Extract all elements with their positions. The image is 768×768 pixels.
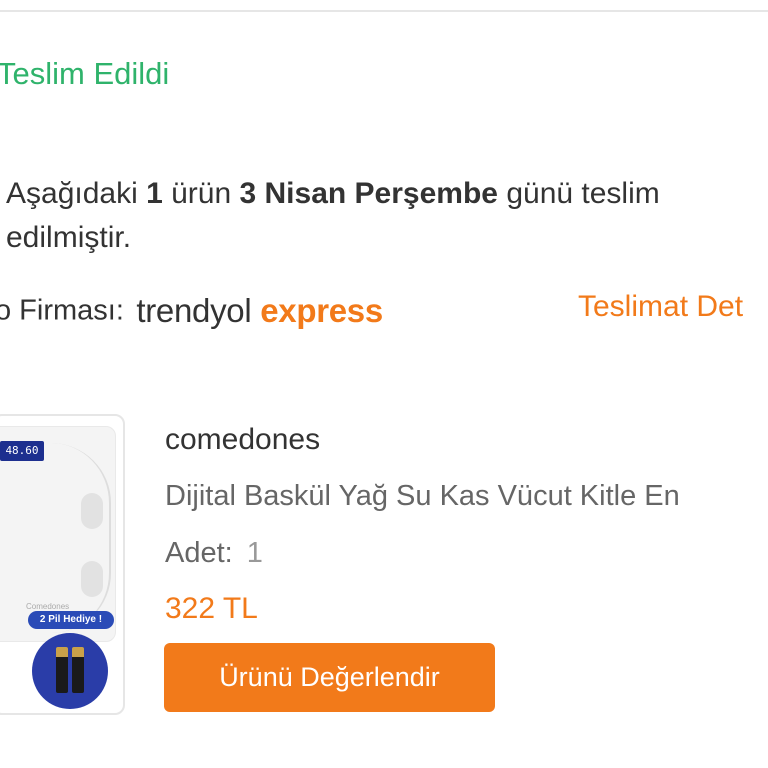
scale-brand-text: Comedones	[26, 602, 70, 611]
quantity-label: Adet:	[165, 537, 233, 569]
scale-display: 48.60	[0, 441, 44, 461]
message-prefix: Aşağıdaki	[6, 177, 147, 210]
delivery-message: Aşağıdaki 1 ürün 3 Nisan Perşembe günü t…	[6, 172, 766, 260]
battery-cell	[72, 647, 84, 693]
quantity: Adet: 1	[165, 537, 263, 570]
scale-illustration: 48.60 Comedones	[0, 426, 116, 642]
header-divider	[0, 0, 768, 12]
exclamation-icon: !	[98, 614, 103, 625]
item-count: 1	[146, 177, 163, 210]
battery-icon	[32, 633, 108, 709]
seller-name[interactable]: comedones	[165, 423, 320, 457]
message-middle: ürün	[162, 177, 240, 210]
carrier-logo-part2: express	[260, 292, 383, 329]
review-product-button[interactable]: Ürünü Değerlendir	[164, 643, 495, 712]
delivery-details-link[interactable]: Teslimat Det	[578, 290, 743, 324]
gift-badge: 2 Pil Hediye !	[28, 611, 114, 629]
order-status: Teslim Edildi	[0, 56, 170, 91]
battery-cell	[56, 647, 68, 693]
product-name[interactable]: Dijital Baskül Yağ Su Kas Vücut Kitle En	[165, 480, 680, 513]
quantity-value: 1	[246, 537, 263, 569]
carrier-logo-part1: trendyol	[136, 292, 252, 329]
delivery-date: 3 Nisan Perşembe	[239, 177, 498, 210]
carrier-label: o Firması:	[0, 294, 124, 327]
scale-pad-top	[81, 493, 103, 529]
carrier-logo: trendyol express	[136, 292, 383, 330]
product-image[interactable]: 48.60 Comedones 2 Pil Hediye !	[0, 414, 125, 715]
product-price: 322 TL	[165, 592, 258, 625]
gift-badge-label: 2 Pil Hediye	[39, 614, 96, 625]
scale-pad-bottom	[81, 561, 103, 597]
